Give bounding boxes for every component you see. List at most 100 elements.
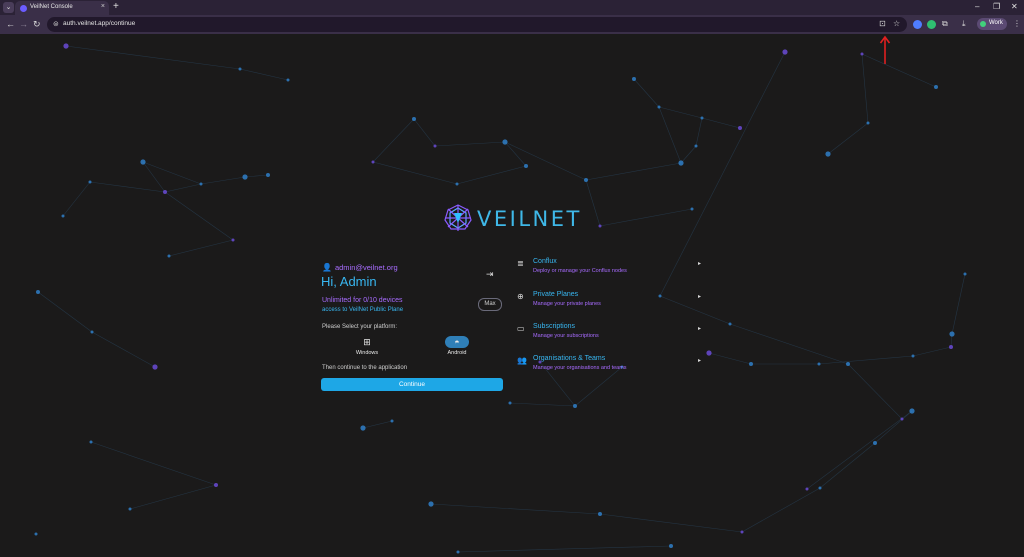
tab-veilnet-console[interactable]: VeilNet Console × xyxy=(15,1,109,15)
forward-button[interactable]: → xyxy=(19,19,28,29)
close-window-button[interactable]: ✕ xyxy=(1011,2,1018,11)
network-edge xyxy=(658,106,682,164)
network-node xyxy=(598,512,602,516)
network-node xyxy=(140,159,146,165)
platform-android-option[interactable]: ◓ Android xyxy=(434,336,480,360)
network-edge xyxy=(504,141,587,181)
network-node xyxy=(199,182,203,186)
network-node xyxy=(669,544,673,548)
menu-item-description: Manage your private planes xyxy=(533,301,601,307)
extensions-puzzle-icon[interactable]: ⧉ xyxy=(942,19,948,29)
tab-close-icon[interactable]: × xyxy=(101,3,105,10)
network-edge xyxy=(847,363,903,420)
chevron-right-icon: ▸ xyxy=(698,326,702,332)
chevron-right-icon: ▸ xyxy=(698,358,702,364)
network-edge xyxy=(504,141,527,167)
max-plan-button[interactable]: Max xyxy=(478,298,502,311)
network-node xyxy=(900,417,904,421)
extension-blue-icon[interactable] xyxy=(913,20,922,29)
user-email-text: admin@veilnet.org xyxy=(334,263,398,272)
address-bar-url[interactable]: auth.veilnet.app/continue xyxy=(63,20,135,27)
network-edge xyxy=(362,420,393,429)
restore-button[interactable]: ❐ xyxy=(993,2,1000,11)
network-node xyxy=(805,487,809,491)
network-node xyxy=(749,362,753,366)
logout-icon[interactable]: ⇥ xyxy=(486,269,494,280)
card-icon: ▭ xyxy=(517,324,525,333)
network-edge xyxy=(372,118,415,163)
brand-header: VEILNET xyxy=(444,204,584,232)
menu-item-conflux[interactable]: ≣ Conflux Deploy or manage your Conflux … xyxy=(517,258,707,281)
platform-android-label: Android xyxy=(447,350,467,356)
menu-item-title: Private Planes xyxy=(533,291,579,298)
profile-button[interactable]: Work xyxy=(977,18,1007,30)
network-node xyxy=(34,532,38,536)
veilnet-logo-icon xyxy=(444,204,472,231)
downloads-icon[interactable]: ⤓ xyxy=(962,19,966,29)
browser-menu-icon[interactable]: ⋮ xyxy=(1013,19,1021,28)
reload-button[interactable]: ↻ xyxy=(33,19,41,29)
address-bar[interactable]: ⊜ auth.veilnet.app/continue ⊡ ☆ xyxy=(47,17,907,32)
bookmark-star-icon[interactable]: ☆ xyxy=(893,19,900,28)
network-node xyxy=(524,164,528,168)
network-edge xyxy=(701,117,741,129)
network-node xyxy=(455,182,459,186)
network-node xyxy=(866,121,870,125)
continue-button[interactable]: Continue xyxy=(321,378,503,391)
minimize-button[interactable]: – xyxy=(975,2,979,11)
network-edge xyxy=(585,162,682,181)
menu-item-subscriptions[interactable]: ▭ Subscriptions Manage your subscription… xyxy=(517,323,707,346)
profile-avatar xyxy=(980,21,986,27)
chevron-right-icon: ▸ xyxy=(698,294,702,300)
site-info-icon[interactable]: ⊜ xyxy=(53,20,59,28)
network-node xyxy=(456,550,460,554)
network-node xyxy=(573,404,577,408)
network-edge xyxy=(633,78,660,108)
menu-item-private-planes[interactable]: ⊕ Private Planes Manage your private pla… xyxy=(517,291,707,314)
network-edge xyxy=(509,402,576,407)
network-node xyxy=(508,401,512,405)
menu-item-organisations-teams[interactable]: 👥 Organisations & Teams Manage your orga… xyxy=(517,355,707,378)
network-edge xyxy=(729,323,849,365)
network-node xyxy=(738,126,742,130)
plan-subtitle: access to VeilNet Public Plane xyxy=(322,307,404,313)
network-node xyxy=(846,362,850,366)
group-icon: 👥 xyxy=(517,356,527,365)
network-node xyxy=(963,272,967,276)
network-node xyxy=(949,331,955,337)
network-node xyxy=(266,173,270,177)
network-node xyxy=(502,139,508,145)
network-node xyxy=(909,408,915,414)
greeting-heading: Hi, Admin xyxy=(321,274,377,289)
extension-green-icon[interactable] xyxy=(927,20,936,29)
browser-toolbar: ← → ↻ ⊜ auth.veilnet.app/continue ⊡ ☆ xyxy=(0,15,1024,34)
network-edge xyxy=(164,191,234,241)
network-edge xyxy=(599,208,693,227)
network-node xyxy=(163,190,167,194)
network-edge xyxy=(244,174,269,178)
tab-strip: ⌄ VeilNet Console × + – ❐ ✕ xyxy=(0,0,1024,15)
new-tab-button[interactable]: + xyxy=(113,1,119,12)
network-edge xyxy=(708,352,752,365)
tab-search-button[interactable]: ⌄ xyxy=(3,2,14,13)
network-node xyxy=(61,214,65,218)
network-node xyxy=(412,117,416,121)
network-node xyxy=(152,364,158,370)
network-node xyxy=(817,362,821,366)
menu-item-title: Conflux xyxy=(533,258,557,265)
network-edge xyxy=(819,442,876,489)
network-node xyxy=(238,67,242,71)
person-icon: 👤 xyxy=(322,263,332,272)
brand-name: VEILNET xyxy=(477,207,582,231)
network-node xyxy=(782,49,788,55)
install-app-icon[interactable]: ⊡ xyxy=(879,19,886,28)
network-node xyxy=(433,144,437,148)
network-edge xyxy=(741,487,821,533)
network-edge xyxy=(62,181,91,217)
network-node xyxy=(90,330,94,334)
network-node xyxy=(360,425,366,431)
back-button[interactable]: ← xyxy=(6,19,15,29)
network-node xyxy=(700,116,704,120)
network-node xyxy=(860,52,864,56)
platform-windows-option[interactable]: ⊞ Windows xyxy=(344,336,390,360)
